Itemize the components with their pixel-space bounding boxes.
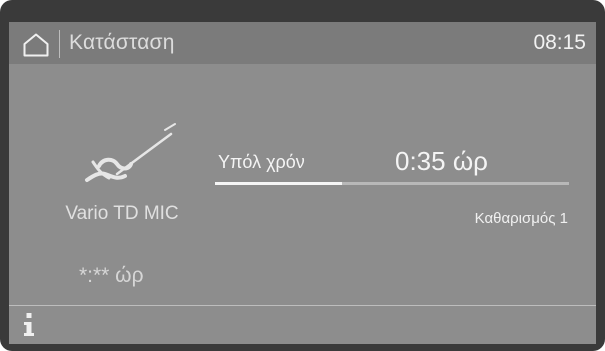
home-icon[interactable] [23, 33, 49, 57]
progress-track [215, 182, 569, 185]
info-icon[interactable] [21, 312, 37, 338]
header-separator [59, 30, 60, 58]
instrument-icon [85, 123, 176, 182]
progress-fill [215, 182, 343, 185]
device-bezel: Κατάσταση 08:15 Vario TD MIC Υπόλ χρόν 0… [0, 0, 605, 351]
header-bar: Κατάσταση 08:15 [9, 22, 596, 64]
display-screen: Κατάσταση 08:15 Vario TD MIC Υπόλ χρόν 0… [9, 22, 596, 344]
program-phase: Καθαρισμός 1 [474, 210, 568, 227]
total-time: *:** ώρ [79, 264, 144, 287]
page-title: Κατάσταση [69, 31, 175, 54]
remaining-time-value: 0:35 ώρ [395, 146, 488, 176]
program-name: Vario TD MIC [65, 203, 179, 224]
clock-time: 08:15 [533, 31, 586, 54]
footer-divider [9, 305, 596, 306]
remaining-time-label: Υπόλ χρόν [218, 152, 305, 172]
